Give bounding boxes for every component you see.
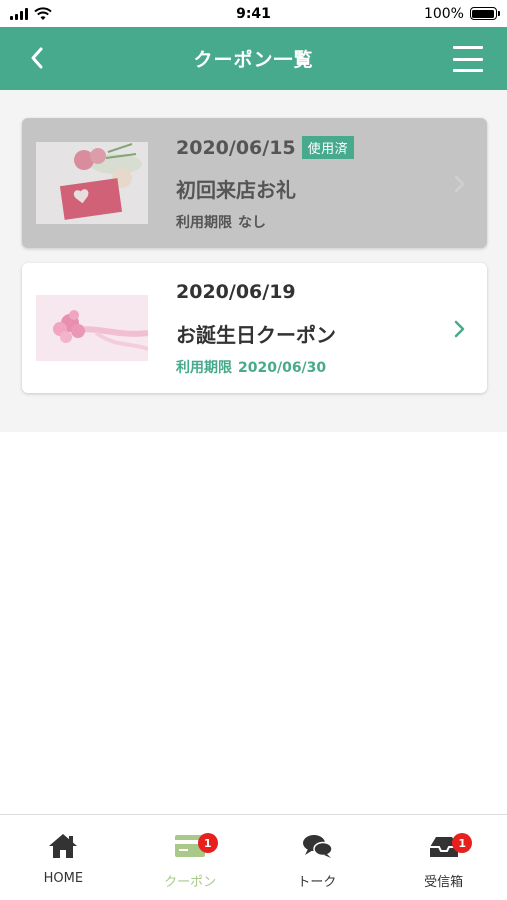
chevron-right-icon — [454, 175, 465, 193]
coupon-limit-value: 2020/06/30 — [238, 360, 327, 376]
page-title: クーポン一覧 — [193, 49, 314, 71]
coupon-date: 2020/06/19 — [176, 281, 296, 303]
status-left — [10, 6, 130, 21]
tab-label: トーク — [297, 875, 337, 890]
coupon-title: 初回来店お礼 — [176, 178, 296, 202]
coupon-limit-label: 利用期限 — [176, 360, 232, 376]
coupon-card-active[interactable]: 2020/06/19 お誕生日クーポン 利用期限 2020/06/30 — [22, 263, 487, 393]
coupon-thumbnail — [36, 287, 148, 369]
chat-bubbles-icon — [302, 835, 333, 858]
status-time: 9:41 — [236, 5, 271, 22]
signal-icon — [10, 7, 28, 20]
tab-home[interactable]: HOME — [0, 815, 127, 900]
coupon-thumbnail — [36, 142, 148, 224]
coupon-card-used[interactable]: 2020/06/15 使用済 初回来店お礼 利用期限 なし — [22, 118, 487, 248]
coupon-limit-value: なし — [238, 215, 266, 231]
wifi-icon — [34, 6, 52, 20]
battery-percent: 100% — [423, 5, 464, 22]
hamburger-icon — [453, 46, 483, 49]
coupon-limit: 利用期限 なし — [176, 212, 266, 232]
status-right: 100% — [377, 5, 500, 22]
tab-label: クーポン — [164, 875, 217, 890]
battery-icon — [469, 7, 500, 20]
notification-badge: 1 — [452, 833, 473, 853]
used-badge: 使用済 — [301, 136, 355, 159]
coupon-limit: 利用期限 2020/06/30 — [176, 357, 326, 377]
chevron-right-icon — [454, 320, 465, 338]
tab-label: 受信箱 — [424, 875, 464, 890]
tab-coupon[interactable]: 1 クーポン — [127, 815, 254, 900]
header: クーポン一覧 — [0, 27, 507, 90]
tab-label: HOME — [43, 871, 84, 886]
empty-area — [0, 432, 507, 814]
notification-badge: 1 — [197, 833, 218, 853]
coupon-date: 2020/06/15 使用済 — [176, 136, 355, 159]
chevron-left-icon — [31, 47, 43, 69]
tab-bar: HOME 1 クーポン トーク 1 受信箱 — [0, 814, 507, 900]
tab-talk[interactable]: トーク — [254, 815, 381, 900]
coupon-date-text: 2020/06/15 — [176, 136, 296, 159]
coupon-title: お誕生日クーポン — [176, 323, 336, 347]
back-button[interactable] — [20, 41, 54, 75]
home-icon — [49, 834, 78, 858]
menu-button[interactable] — [451, 42, 485, 76]
status-bar: 9:41 100% — [0, 0, 507, 27]
tab-inbox[interactable]: 1 受信箱 — [380, 815, 507, 900]
coupon-date-text: 2020/06/19 — [176, 281, 296, 303]
coupon-limit-label: 利用期限 — [176, 215, 232, 231]
